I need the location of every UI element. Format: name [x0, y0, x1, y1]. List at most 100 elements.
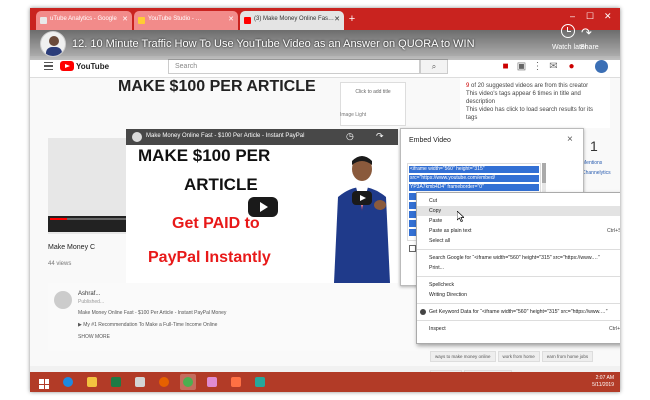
close-tab-icon[interactable]: ✕: [228, 15, 234, 23]
avatar[interactable]: [595, 60, 608, 73]
notifications-icon[interactable]: ●: [566, 61, 577, 72]
apps-grid-icon[interactable]: ⋮: [532, 61, 543, 72]
context-menu-item[interactable]: CutCtrl+X: [417, 196, 620, 206]
publish-date: Published...: [78, 299, 105, 305]
show-more-link[interactable]: SHOW MORE: [78, 334, 110, 340]
menu-item-label: Inspect: [429, 326, 446, 332]
channel-avatar[interactable]: [40, 31, 66, 57]
insight-line: This video has click to load search resu…: [466, 107, 594, 121]
context-menu-item[interactable]: Search Google for “<iframe width="560" h…: [417, 253, 620, 263]
channel-icon[interactable]: [132, 132, 142, 142]
close-dialog-button[interactable]: ×: [567, 134, 573, 145]
insight-line: 9 of 20 suggested videos are from this c…: [466, 83, 589, 89]
minimize-button[interactable]: –: [570, 11, 575, 21]
search-input[interactable]: Search: [168, 59, 420, 74]
new-tab-button[interactable]: +: [346, 13, 358, 25]
video-progress[interactable]: [48, 216, 138, 232]
context-menu-item[interactable]: Get Keyword Data for “<iframe width="560…: [417, 307, 620, 317]
video-overlay-title[interactable]: 12. 10 Minute Traffic How To Use YouTube…: [72, 38, 475, 50]
taskbar-app-app4[interactable]: [132, 374, 148, 390]
clock-date: 5/11/2019: [592, 382, 614, 388]
channelytics-link[interactable]: Channelytics: [582, 168, 611, 178]
presenter-image: [324, 147, 394, 283]
taskbar-app-chrome[interactable]: [180, 374, 196, 390]
youtube-logo-icon[interactable]: [60, 61, 74, 71]
context-menu-item[interactable]: Spellcheck▸: [417, 280, 620, 290]
description-line: Make Money Online Fast - $100 Per Articl…: [78, 310, 227, 316]
side-count: 1: [590, 138, 598, 154]
taskbar-app-excel[interactable]: [108, 374, 124, 390]
video-title[interactable]: Make Money C: [48, 244, 95, 251]
menu-item-label: Writing Direction: [429, 292, 467, 298]
context-menu-item[interactable]: Writing Direction▸: [417, 290, 620, 300]
maximize-button[interactable]: ☐: [586, 11, 594, 22]
player-title[interactable]: Make Money Online Fast - $100 Per Articl…: [146, 133, 304, 139]
play-button[interactable]: [352, 191, 372, 205]
watch-later-icon[interactable]: ◷: [346, 131, 354, 142]
favicon-icon: [40, 17, 47, 24]
share-icon[interactable]: ↷: [581, 25, 592, 41]
thumb-line-3: Get PAID to: [172, 215, 260, 232]
menu-separator: [417, 249, 620, 250]
taskbar-app-firefox[interactable]: [156, 374, 172, 390]
explorer-icon: [87, 377, 97, 387]
menu-item-label: Paste: [429, 218, 443, 224]
option-checkbox[interactable]: [409, 245, 416, 252]
search-button[interactable]: ⌕: [420, 59, 448, 74]
taskbar-app-app8[interactable]: [228, 374, 244, 390]
context-menu-item[interactable]: Paste as plain text Ctrl+Shift+V: [417, 226, 620, 236]
scrollbar-thumb[interactable]: [542, 163, 546, 183]
close-tab-icon[interactable]: ✕: [122, 15, 128, 23]
context-menu: CutCtrl+XCopyCtrl+CPasteCtrl+VPaste as p…: [416, 192, 620, 344]
avatar[interactable]: [54, 291, 72, 309]
clock-time: 2:07 AM: [595, 375, 614, 381]
tab-current[interactable]: (3) Make Money Online Fas… ✕: [240, 11, 344, 30]
menu-item-label: Copy: [429, 208, 442, 214]
menu-icon[interactable]: [44, 62, 53, 70]
extension-icon[interactable]: ■: [500, 61, 511, 72]
menu-item-label: Select all: [429, 238, 451, 244]
search-icon: ⌕: [431, 62, 437, 71]
taskbar: 2:07 AM 5/11/2019: [30, 372, 620, 392]
chrome-icon: [183, 377, 193, 387]
taskbar-app-explorer[interactable]: [84, 374, 100, 390]
mentions-link[interactable]: Mentions: [582, 158, 611, 168]
tab-analytics[interactable]: uTube Analytics - Google ✕: [36, 11, 132, 30]
video-player[interactable]: Make Money Online Fast - $100 Per Articl…: [126, 129, 398, 283]
selected-code-line: src="https://www.youtube.com/embed/: [409, 175, 539, 182]
watch-later-icon[interactable]: [561, 24, 575, 38]
taskbar-app-app7[interactable]: [204, 374, 220, 390]
system-clock[interactable]: 2:07 AM 5/11/2019: [580, 375, 614, 389]
context-menu-item[interactable]: Inspect Ctrl+Shift+I: [417, 324, 620, 334]
context-menu-item[interactable]: Select allCtrl+A: [417, 236, 620, 246]
share-icon[interactable]: ↷: [376, 131, 384, 142]
insight-line: This video's tags appear 6 times in titl…: [466, 91, 581, 105]
tag-chip[interactable]: work from home: [497, 351, 540, 362]
close-window-button[interactable]: ✕: [604, 11, 612, 22]
context-menu-item[interactable]: PasteCtrl+V: [417, 216, 620, 226]
screenshot: uTube Analytics - Google ✕ YouTube Studi…: [0, 0, 650, 400]
messages-icon[interactable]: ✉: [548, 61, 559, 72]
favicon-icon: [138, 17, 145, 24]
context-menu-item[interactable]: CopyCtrl+C: [417, 206, 620, 216]
create-video-icon[interactable]: ▣: [516, 61, 527, 72]
close-tab-icon[interactable]: ✕: [334, 15, 340, 23]
context-menu-item[interactable]: Print...Ctrl+P: [417, 263, 620, 273]
tab-studio[interactable]: YouTube Studio - … ✕: [134, 11, 238, 30]
menu-item-label: Get Keyword Data for “<iframe width="560…: [429, 309, 608, 315]
taskbar-app-app9[interactable]: [252, 374, 268, 390]
channel-row: Ashraf... Published...: [48, 283, 428, 351]
youtube-wordmark[interactable]: YouTube: [76, 62, 109, 71]
menu-shortcut: Ctrl+Shift+I: [609, 326, 620, 332]
menu-separator: [417, 276, 620, 277]
tag-chip[interactable]: ways to make money online: [430, 351, 496, 362]
windows-icon: [39, 379, 49, 389]
seo-insights-panel: 9 of 20 suggested videos are from this c…: [460, 78, 610, 128]
progress-fill: [50, 218, 68, 220]
play-button[interactable]: [248, 197, 278, 217]
tag-chip[interactable]: earn from home jobs: [541, 351, 594, 362]
start-button[interactable]: [32, 374, 52, 390]
menu-item-label: Cut: [429, 198, 438, 204]
channel-name[interactable]: Ashraf...: [78, 291, 100, 297]
taskbar-app-ie[interactable]: [60, 374, 76, 390]
